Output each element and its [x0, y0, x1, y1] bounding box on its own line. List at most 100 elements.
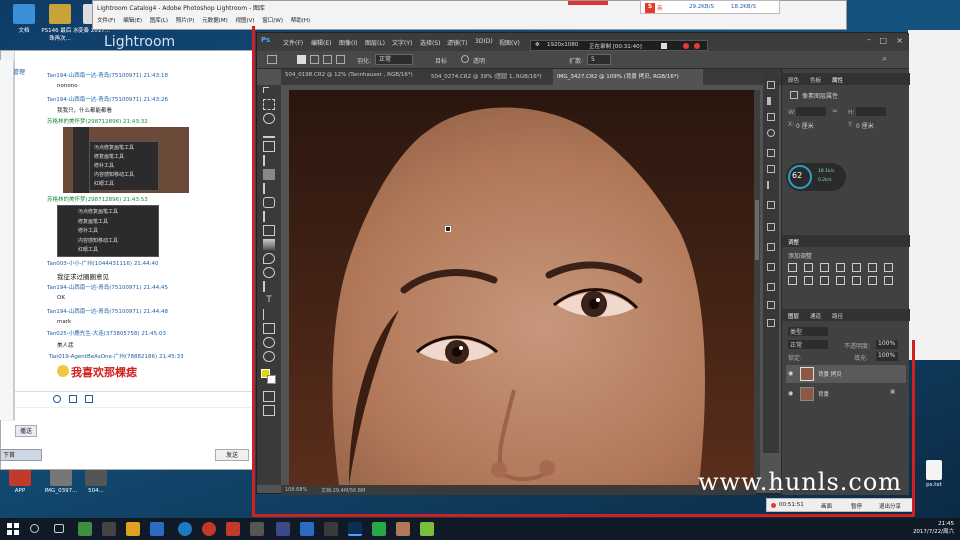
settings-icon[interactable]	[250, 522, 264, 536]
color-lookup-icon[interactable]	[836, 276, 845, 285]
tab-swatches[interactable]: 色板	[810, 76, 821, 84]
dodge-tool-icon[interactable]	[263, 267, 275, 278]
screen-mode-icon[interactable]	[263, 405, 275, 416]
styles-icon[interactable]	[767, 223, 775, 231]
search-icon[interactable]: ⌕	[883, 54, 887, 64]
layer-kind-filter[interactable]: 类型	[788, 327, 828, 336]
visibility-eye-icon[interactable]: ◉	[788, 370, 793, 377]
file-explorer-icon[interactable]	[102, 522, 116, 536]
visibility-eye-icon[interactable]: ◉	[788, 390, 793, 397]
paths-icon[interactable]	[767, 283, 775, 291]
layer-name[interactable]: 背景	[818, 390, 829, 398]
sogou-mode[interactable]: 英	[657, 4, 663, 12]
tab-504-0274[interactable]: 504_0274.CR2 @ 39% (图层 1, RGB/16*)	[431, 72, 542, 80]
pen-tool-icon[interactable]	[263, 281, 275, 292]
desktop-icon-documents[interactable]: 文档	[4, 4, 44, 34]
sender-name[interactable]: 苏格林的美怀梦(298712896)	[47, 197, 121, 203]
clone-source-icon[interactable]	[767, 165, 775, 173]
tab-504-0198[interactable]: 504_0198.CR2 @ 12% (Tannhauser , RGB/16*…	[285, 72, 413, 78]
menu-type[interactable]: 文字(Y)	[392, 38, 412, 47]
tab-img-3427[interactable]: IMG_3427.CR2 @ 109% (背景 拷贝, RGB/16*)	[557, 72, 679, 80]
healing-brush-icon[interactable]	[263, 169, 275, 180]
minimize-icon[interactable]: –	[867, 35, 871, 44]
invert-icon[interactable]	[852, 276, 861, 285]
start-icon[interactable]	[6, 522, 20, 536]
rectangle-tool-icon[interactable]	[263, 323, 275, 334]
channels-icon[interactable]	[767, 263, 775, 271]
zoom-tool-icon[interactable]	[263, 351, 275, 362]
brush-tool-icon[interactable]	[263, 183, 275, 194]
wechat-icon[interactable]	[372, 522, 386, 536]
broadcast-button[interactable]: 播送	[15, 425, 37, 437]
marquee-tool-icon[interactable]	[263, 99, 275, 110]
menu-bar[interactable]: 文件(F) 编辑(E) 图库(L) 照片(P) 元数据(M) 视图(V) 窗口(…	[97, 16, 310, 24]
camera-icon[interactable]	[661, 43, 667, 49]
link-icon[interactable]: ∞	[832, 107, 838, 115]
brightness-icon[interactable]	[788, 263, 797, 272]
eyedropper-icon[interactable]	[263, 155, 275, 166]
color-balance-icon[interactable]	[884, 263, 893, 272]
tab-paths[interactable]: 路径	[832, 312, 843, 320]
record-dot-icon[interactable]	[683, 43, 689, 49]
layer-row-background[interactable]: ◉ 背景 ▣	[786, 385, 906, 403]
desktop-icon-504[interactable]: 504...	[76, 466, 116, 494]
scissors-icon[interactable]	[69, 395, 77, 403]
exposure-icon[interactable]	[836, 263, 845, 272]
threshold-icon[interactable]	[884, 276, 893, 285]
sender-name[interactable]: Tan194-山西南一达-青岛(75100971)	[47, 309, 142, 315]
screenshot-image[interactable]: 污点修复画笔工具 修复画笔工具 修补工具 内容感知移动工具 红眼工具	[57, 205, 159, 257]
pause-button[interactable]: 暂停	[851, 502, 862, 510]
image-icon[interactable]	[85, 395, 93, 403]
sender-name[interactable]: Tan194-山西南一达-青岛(75100971)	[47, 285, 142, 291]
bw-icon[interactable]	[788, 276, 797, 285]
brush-presets-icon[interactable]	[767, 149, 775, 157]
opacity-input[interactable]: 100%	[876, 340, 898, 349]
maximize-icon[interactable]: □	[879, 36, 887, 45]
crop-tool-icon[interactable]	[263, 141, 275, 152]
photo-viewer-icon[interactable]	[396, 522, 410, 536]
sender-name[interactable]: Tan025-小鹿先生-大连(373805758)	[47, 331, 140, 337]
quick-mask-icon[interactable]	[263, 391, 275, 402]
path-selection-icon[interactable]	[263, 309, 275, 320]
taskbar-clock[interactable]: 21:45 2017/7/22/周六	[913, 521, 954, 535]
photoshop-window[interactable]: Ps 文件(F) 编辑(E) 图像(I) 图层(L) 文字(Y) 选择(S) 滤…	[256, 32, 910, 495]
task-view-icon[interactable]	[54, 524, 64, 533]
levels-icon[interactable]	[804, 263, 813, 272]
info-icon[interactable]	[767, 129, 775, 137]
x-value[interactable]: 0 厘米	[796, 121, 814, 130]
hand-tool-icon[interactable]	[263, 337, 275, 348]
menu-file[interactable]: 文件(F)	[283, 38, 303, 47]
zoom-level[interactable]: 108.68%	[285, 487, 307, 493]
history-icon[interactable]	[767, 81, 775, 89]
app-icon-lime[interactable]	[420, 522, 434, 536]
app-icon-green[interactable]	[78, 522, 92, 536]
type-tool-icon[interactable]: T	[263, 295, 275, 306]
scrollbar-thumb[interactable]	[755, 200, 759, 260]
sender-name[interactable]: Tan003-小小-广州(1044431116)	[47, 261, 132, 267]
vertical-scrollbar[interactable]	[754, 90, 760, 485]
mode-select[interactable]: 正常	[375, 54, 413, 65]
system-monitor-widget[interactable]: 62 18.1k/s 0.2k/s	[786, 163, 846, 191]
move-icon[interactable]: ✥	[535, 42, 540, 48]
transparent-radio[interactable]	[461, 55, 469, 63]
hue-icon[interactable]	[868, 263, 877, 272]
tool-preset-icon[interactable]	[267, 55, 277, 64]
new-selection-icon[interactable]	[297, 55, 306, 64]
lightroom-taskbar-icon[interactable]	[276, 522, 290, 536]
sidebar-manage[interactable]: 管理	[13, 67, 25, 76]
background-color-swatch[interactable]	[267, 375, 276, 384]
lr-icon[interactable]	[324, 522, 338, 536]
sender-name[interactable]: 苏格林的美怀梦(298712896)	[47, 119, 121, 125]
layer-row-background-copy[interactable]: ◉ 背景 拷贝	[786, 365, 906, 383]
quick-selection-icon[interactable]	[263, 127, 275, 138]
chat-window[interactable]: 管理 Tan194-山西南一达-青岛(75100971) 21:43:18 no…	[0, 50, 255, 470]
channel-mixer-icon[interactable]	[820, 276, 829, 285]
tab-channels[interactable]: 通道	[810, 312, 821, 320]
menu-3d[interactable]: 3D(D)	[475, 38, 493, 45]
target-option[interactable]: 目标	[435, 56, 447, 65]
nav-down-label[interactable]: 下首	[0, 449, 42, 461]
add-selection-icon[interactable]	[310, 55, 319, 64]
tab-adjustments[interactable]: 调整	[788, 238, 799, 246]
browser-icon[interactable]	[150, 522, 164, 536]
fill-input[interactable]: 100%	[876, 352, 898, 361]
